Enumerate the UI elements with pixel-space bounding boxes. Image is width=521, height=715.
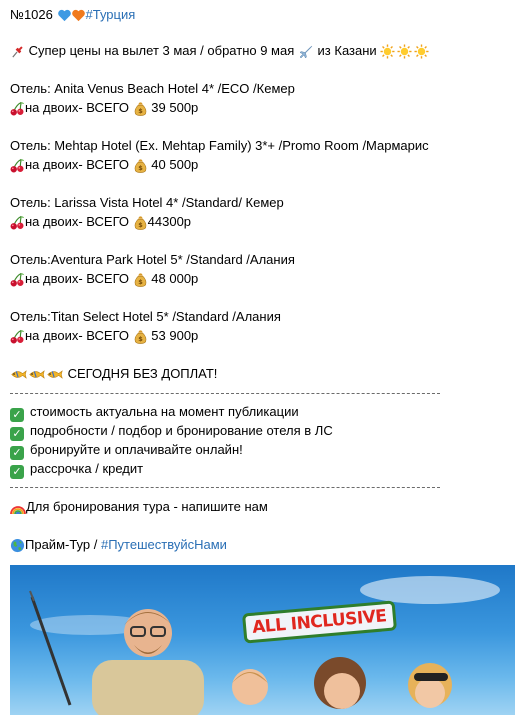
- headline-line: Супер цены на вылет 3 мая / обратно 9 ма…: [10, 42, 429, 60]
- pushpin-icon: [10, 44, 25, 59]
- cherries-icon: [10, 158, 25, 173]
- money-bag-icon: [133, 329, 148, 344]
- check-mark-icon: ✓: [10, 427, 24, 441]
- hotel-price-line: на двоих- ВСЕГО 53 900р: [10, 327, 198, 345]
- money-bag-icon: [133, 101, 148, 116]
- price-prefix: на двоих- ВСЕГО: [25, 271, 130, 286]
- booking-cta-text: Для бронирования тура - напишите нам: [26, 499, 268, 514]
- hotel-price-line: на двоих- ВСЕГО 40 500р: [10, 156, 198, 174]
- hashtag-country-link[interactable]: #Турция: [86, 7, 136, 22]
- heart-blue-icon: [57, 8, 72, 23]
- price-value: 53 900р: [151, 328, 199, 343]
- money-bag-icon: [133, 158, 148, 173]
- price-prefix: на двоих- ВСЕГО: [25, 328, 130, 343]
- checklist-item: ✓ рассрочка / кредит: [10, 460, 144, 479]
- hotel-name: Отель: Anita Venus Beach Hotel 4* /ECO /…: [10, 81, 295, 96]
- checklist-text: рассрочка / кредит: [30, 461, 144, 476]
- price-value: 40 500р: [151, 157, 199, 172]
- hotel-price-line: на двоих- ВСЕГО 48 000р: [10, 270, 198, 288]
- dashed-divider: [10, 393, 440, 394]
- globe-icon: [10, 538, 25, 553]
- dashed-divider: [10, 487, 440, 488]
- hotel-name: Отель:Titan Select Hotel 5* /Standard /А…: [10, 309, 281, 324]
- hotel-price-line: на двоих- ВСЕГО 44300р: [10, 213, 191, 231]
- check-mark-icon: ✓: [10, 408, 24, 422]
- post-header: №1026 #Турция: [10, 6, 135, 24]
- checklist-text: бронируйте и оплачивайте онлайн!: [30, 442, 243, 457]
- cherries-icon: [10, 329, 25, 344]
- tropical-fish-icon: [46, 368, 64, 381]
- checklist-item: ✓ подробности / подбор и бронирование оте…: [10, 422, 333, 441]
- check-mark-icon: ✓: [10, 446, 24, 460]
- price-prefix: на двоих- ВСЕГО: [25, 214, 130, 229]
- booking-cta-line: Для бронирования тура - напишите нам: [10, 498, 268, 516]
- price-prefix: на двоих- ВСЕГО: [25, 100, 130, 115]
- sun-icon: [397, 44, 412, 59]
- checklist-text: подробности / подбор и бронирование отел…: [30, 423, 333, 438]
- headline-from: из Казани: [317, 43, 377, 58]
- post-number: №1026: [10, 7, 53, 22]
- checklist-text: стоимость актуальна на момент публикации: [30, 404, 299, 419]
- cherries-icon: [10, 272, 25, 287]
- money-bag-icon: [133, 272, 148, 287]
- price-value: 39 500р: [151, 100, 199, 115]
- no-surcharge-text: СЕГОДНЯ БЕЗ ДОПЛАТ!: [67, 366, 218, 381]
- price-prefix: на двоих- ВСЕГО: [25, 157, 130, 172]
- rainbow-icon: [10, 500, 26, 516]
- sun-icon: [414, 44, 429, 59]
- telegram-post: №1026 #Турция Супер цены на вылет 3 мая …: [0, 0, 521, 715]
- heart-orange-icon: [71, 8, 86, 23]
- price-value: 48 000р: [151, 271, 199, 286]
- check-mark-icon: ✓: [10, 465, 24, 479]
- money-bag-icon: [133, 215, 148, 230]
- airplane-icon: [298, 44, 314, 60]
- tropical-fish-icon: [10, 368, 28, 381]
- headline-text: Супер цены на вылет 3 мая / обратно 9 ма…: [28, 43, 295, 58]
- checklist-item: ✓ бронируйте и оплачивайте онлайн!: [10, 441, 243, 460]
- cherries-icon: [10, 101, 25, 116]
- no-surcharge-line: СЕГОДНЯ БЕЗ ДОПЛАТ!: [10, 365, 217, 383]
- hotel-name: Отель: Larissa Vista Hotel 4* /Standard/…: [10, 195, 284, 210]
- price-value: 44300р: [147, 214, 192, 229]
- agency-hashtag-link[interactable]: #ПутешествуйсНами: [101, 537, 227, 552]
- checklist-item: ✓ стоимость актуальна на момент публикаци…: [10, 403, 299, 422]
- hotel-price-line: на двоих- ВСЕГО 39 500р: [10, 99, 198, 117]
- cherries-icon: [10, 215, 25, 230]
- tropical-fish-icon: [28, 368, 46, 381]
- hotel-name: Отель: Mehtap Hotel (Ex. Mehtap Family) …: [10, 138, 429, 153]
- post-image[interactable]: ALL INCLUSIVE: [10, 565, 515, 715]
- sun-icon: [380, 44, 395, 59]
- agency-name: Прайм-Тур /: [25, 537, 98, 552]
- hotel-name: Отель:Aventura Park Hotel 5* /Standard /…: [10, 252, 295, 267]
- agency-line: Прайм-Тур / #ПутешествуйсНами: [10, 536, 227, 554]
